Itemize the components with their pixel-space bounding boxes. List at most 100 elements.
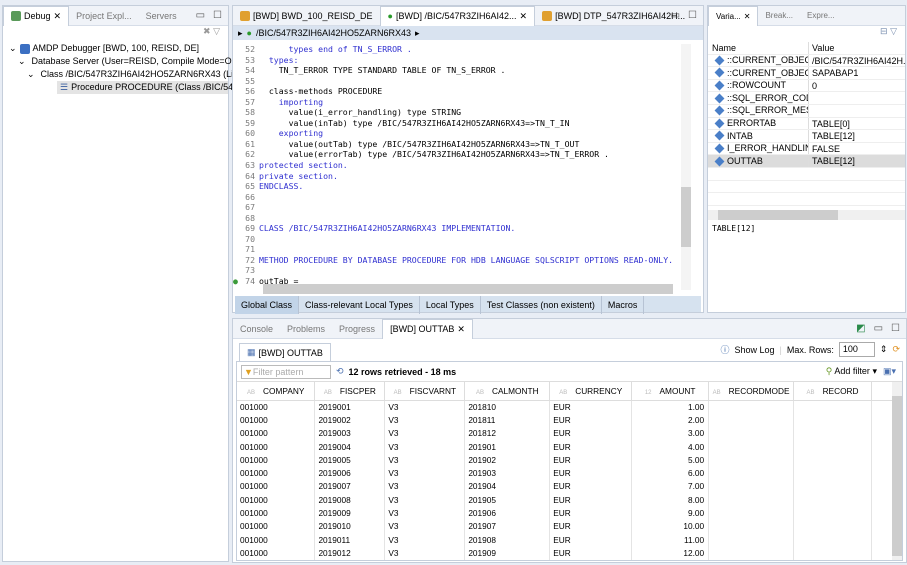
- variable-row[interactable]: INTAB TABLE[12]: [708, 130, 905, 143]
- variable-row[interactable]: OUTTAB TABLE[12]: [708, 155, 905, 168]
- view-menu-icon[interactable]: ▽: [890, 26, 897, 36]
- table-row[interactable]: 001000 2019011 V3 201908 EUR 11.00: [237, 532, 902, 547]
- table-cell: 201812: [464, 426, 551, 440]
- column-header[interactable]: AB CURRENCY: [549, 382, 633, 401]
- maximize-icon[interactable]: ☐: [213, 10, 222, 21]
- table-cell: [708, 546, 795, 560]
- view-menu-icon[interactable]: ▽: [213, 26, 220, 36]
- variable-row[interactable]: ::CURRENT_OBJECT SAPABAP1: [708, 67, 905, 80]
- column-header[interactable]: AB FISCVARNT: [384, 382, 466, 401]
- column-header[interactable]: AB FISCPER: [314, 382, 386, 401]
- tree-item-procedure[interactable]: ☰ Procedure PROCEDURE (Class /BIC/547R3Z: [57, 81, 255, 94]
- column-header[interactable]: 12 AMOUNT: [631, 382, 710, 401]
- maximize-icon[interactable]: ☐: [688, 10, 697, 21]
- max-rows-input[interactable]: 100: [838, 342, 875, 357]
- table-row[interactable]: 001000 2019005 V3 201902 EUR 5.00: [237, 453, 902, 467]
- tab-global-class[interactable]: Global Class: [235, 296, 300, 314]
- variable-detail[interactable]: TABLE[12]: [708, 220, 905, 237]
- variable-row[interactable]: ::ROWCOUNT 0: [708, 79, 905, 93]
- tab-label: [BWD] /BIC/547R3ZIH6AI42...: [395, 11, 517, 21]
- column-header[interactable]: AB RECORDMODE: [708, 382, 795, 401]
- tab-progress[interactable]: Progress: [332, 319, 382, 339]
- table-row[interactable]: 001000 2019012 V3 201909 EUR 12.00: [237, 546, 902, 560]
- inner-tab-outtab[interactable]: ▦ [BWD] OUTTAB: [239, 343, 331, 361]
- add-filter-button[interactable]: ⚲ Add filter ▾: [826, 366, 877, 377]
- tab-editor-1[interactable]: [BWD] BWD_100_REISD_DE: [233, 6, 380, 26]
- show-log-button[interactable]: Show Log: [735, 345, 775, 355]
- column-label: CURRENCY: [575, 385, 623, 396]
- breakpoint-icon[interactable]: ●: [233, 276, 238, 287]
- chevron-down-icon[interactable]: ⌄: [9, 42, 17, 55]
- collapse-all-icon[interactable]: ⊟: [880, 26, 888, 36]
- tree-item-debugger[interactable]: ⌄ AMDP Debugger [BWD, 100, REISD, DE]: [9, 42, 228, 55]
- close-icon[interactable]: ✕: [520, 11, 528, 22]
- table-row[interactable]: 001000 2019009 V3 201906 EUR 9.00: [237, 506, 902, 520]
- column-header[interactable]: AB CALMONTH: [464, 382, 551, 401]
- table-row[interactable]: 001000 2019002 V3 201811 EUR 2.00: [237, 413, 902, 427]
- tab-editor-2[interactable]: ● [BWD] /BIC/547R3ZIH6AI42... ✕: [379, 5, 536, 26]
- column-header[interactable]: AB COMPANY: [237, 382, 316, 401]
- tab-variables[interactable]: Varia... ✕: [708, 5, 759, 26]
- tab-servers[interactable]: Servers: [139, 6, 184, 26]
- variable-row[interactable]: ERRORTAB TABLE[0]: [708, 117, 905, 131]
- tab-macros[interactable]: Macros: [602, 296, 645, 314]
- table-row[interactable]: 001000 2019008 V3 201905 EUR 8.00: [237, 493, 902, 507]
- table-row[interactable]: 001000 2019010 V3 201907 EUR 10.00: [237, 519, 902, 533]
- table-vscrollbar[interactable]: [892, 382, 902, 560]
- results-table[interactable]: AB COMPANY AB FISCPER AB FISCVARNT AB CALMONTH A…: [237, 382, 902, 560]
- vertical-scrollbar[interactable]: [681, 44, 691, 290]
- tab-local-types[interactable]: Local Types: [420, 296, 481, 314]
- tab-debug[interactable]: Debug ✕: [3, 5, 70, 26]
- save-icon[interactable]: ▣▾: [883, 366, 896, 377]
- minimize-icon[interactable]: ▭: [671, 10, 680, 21]
- spinner-icon[interactable]: ⇕: [880, 344, 888, 355]
- table-row[interactable]: 001000 2019007 V3 201904 EUR 7.00: [237, 479, 902, 494]
- line-number: 63: [233, 160, 259, 171]
- tab-class-local-types[interactable]: Class-relevant Local Types: [299, 296, 420, 314]
- tab-expressions[interactable]: Expre...: [800, 6, 842, 26]
- line-number: 72: [233, 255, 259, 266]
- table-row[interactable]: 001000 2019001 V3 201810 EUR 1.00: [237, 400, 902, 414]
- table-row[interactable]: 001000 2019006 V3 201903 EUR 6.00: [237, 466, 902, 480]
- tab-outtab[interactable]: [BWD] OUTTAB ✕: [382, 318, 473, 339]
- variable-row[interactable]: I_ERROR_HANDLINGFALSE: [708, 142, 905, 156]
- variable-row[interactable]: ::SQL_ERROR_MESS: [708, 104, 905, 118]
- horizontal-scrollbar[interactable]: [263, 284, 673, 294]
- results-panel: Console Problems Progress [BWD] OUTTAB ✕ …: [232, 318, 907, 563]
- table-cell: 001000: [237, 413, 316, 427]
- close-icon[interactable]: ✕: [54, 11, 62, 22]
- minimize-icon[interactable]: ▭: [874, 323, 883, 334]
- close-icon[interactable]: ✕: [744, 12, 751, 21]
- filter-input[interactable]: ▼ Filter pattern: [241, 364, 331, 379]
- line-number: 61: [233, 139, 259, 150]
- variable-row[interactable]: ::CURRENT_OBJECT/BIC/547R3ZIH6AI42H...: [708, 54, 905, 68]
- line-number-text: 65: [245, 181, 255, 192]
- table-row[interactable]: 001000 2019004 V3 201901 EUR 4.00: [237, 439, 902, 454]
- tab-project-explorer[interactable]: Project Expl...: [69, 6, 139, 26]
- close-icon[interactable]: ✕: [457, 324, 465, 335]
- tree-item-server[interactable]: ⌄ Database Server (User=REISD, Compile Mo…: [9, 55, 237, 68]
- variable-row[interactable]: ::SQL_ERROR_CODE: [708, 92, 905, 105]
- variable-name: ::SQL_ERROR_MESS: [727, 105, 808, 116]
- remove-terminated-icon[interactable]: ✖: [203, 26, 211, 36]
- maximize-icon[interactable]: ☐: [891, 323, 900, 334]
- tab-console[interactable]: Console: [233, 319, 280, 339]
- chevron-down-icon[interactable]: ⌄: [18, 55, 26, 68]
- variable-name: ::CURRENT_OBJECT: [727, 67, 808, 78]
- tab-test-classes[interactable]: Test Classes (non existent): [481, 296, 602, 314]
- pin-icon[interactable]: ◩: [856, 323, 865, 334]
- tab-problems[interactable]: Problems: [280, 319, 332, 339]
- table-cell: V3: [384, 519, 466, 533]
- tab-breakpoints[interactable]: Break...: [758, 6, 800, 26]
- column-header[interactable]: AB RECORD: [793, 382, 872, 401]
- refresh-icon[interactable]: ⟳: [892, 344, 900, 355]
- code-area[interactable]: 52 types end of TN_S_ERROR . 53 types: 54 …: [233, 44, 683, 287]
- chevron-down-icon[interactable]: ⌄: [27, 68, 35, 81]
- table-row[interactable]: 001000 2019003 V3 201812 EUR 3.00: [237, 426, 902, 440]
- minimize-icon[interactable]: ▭: [196, 10, 205, 21]
- tab-editor-3[interactable]: [BWD] DTP_547R3ZIH6AI42H...: [535, 6, 692, 26]
- tree-item-class[interactable]: ⌄ Class /BIC/547R3ZIH6AI42HO5ZARN6RX43 (L…: [9, 68, 238, 81]
- variables-hscrollbar[interactable]: [708, 209, 905, 220]
- table-cell: 10.00: [631, 519, 710, 533]
- breadcrumb[interactable]: ▸ ●/BIC/547R3ZIH6AI42HO5ZARN6RX43 ▸: [233, 26, 703, 40]
